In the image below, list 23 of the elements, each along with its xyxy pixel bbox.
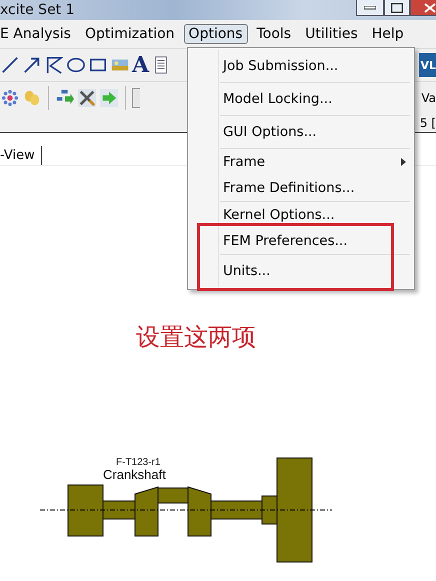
menu-item[interactable]: Utilities	[300, 24, 363, 44]
toolbar-label: VL	[419, 53, 436, 77]
menu-item[interactable]: Options	[184, 24, 248, 44]
menu-option[interactable]: Job Submission...	[220, 50, 410, 82]
menu-item[interactable]: Optimization	[80, 24, 180, 44]
menu-option[interactable]: Model Locking...	[220, 83, 410, 115]
annotation-text: 设置这两项	[136, 322, 256, 353]
part-id-label: F-T123-r1	[116, 457, 160, 468]
text-tool-button[interactable]: A	[132, 53, 150, 77]
menu-option[interactable]: GUI Options...	[220, 116, 410, 148]
toolbar-label: Va	[421, 91, 436, 105]
menu-item[interactable]: Tools	[252, 24, 296, 44]
window-title: xcite Set 1	[0, 2, 75, 18]
view-tab[interactable]: -View	[0, 146, 42, 165]
menu-option[interactable]: FEM Preferences...	[220, 228, 410, 254]
info-text: 5 [	[420, 116, 436, 130]
menu-option[interactable]: Kernel Options...	[220, 202, 410, 228]
menu-option[interactable]: Units...	[220, 255, 410, 287]
menu-option[interactable]: Frame	[220, 149, 410, 175]
menu-option[interactable]: Frame Definitions...	[220, 175, 410, 201]
part-name-label: Crankshaft	[103, 467, 166, 482]
menu-item[interactable]: Help	[366, 24, 409, 44]
menu-item[interactable]: E Analysis	[0, 24, 76, 44]
